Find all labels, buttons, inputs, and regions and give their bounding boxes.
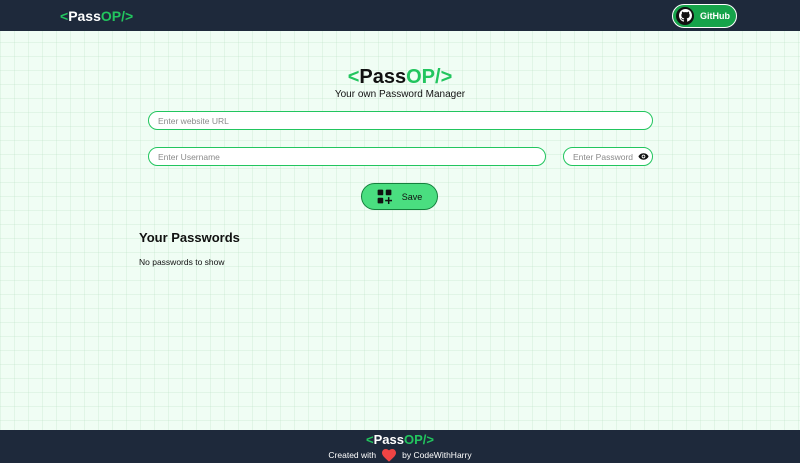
add-grid-icon (377, 189, 392, 204)
logo-op-text: OP/> (100, 7, 134, 24)
your-passwords-heading: Your Passwords (139, 230, 240, 245)
save-button[interactable]: Save (361, 183, 438, 210)
logo-open-bracket: < (366, 432, 374, 447)
save-label: Save (401, 191, 423, 202)
by-author-text: by CodeWithHarry (402, 450, 472, 460)
footer-credit: Created with by CodeWithHarry (0, 448, 800, 462)
footer: <PassOP/> Created with by CodeWithHarry (0, 430, 800, 463)
logo-pass-text: Pass (359, 66, 407, 88)
navbar: <PassOP/> GitHub (0, 0, 800, 31)
logo-pass-text: Pass (68, 7, 101, 24)
hero-logo: <PassOP/> (0, 66, 800, 89)
logo-open-bracket: < (347, 66, 360, 88)
tagline: Your own Password Manager (334, 89, 466, 100)
website-url-input[interactable] (148, 111, 653, 130)
github-label: GitHub (700, 10, 730, 21)
empty-passwords-message: No passwords to show (139, 257, 225, 267)
logo-op-text: OP/> (406, 66, 453, 88)
footer-logo: <PassOP/> (0, 432, 800, 447)
logo-pass-text: Pass (373, 432, 404, 447)
github-icon (676, 6, 694, 25)
username-input[interactable] (148, 147, 546, 166)
logo-op-text: OP/> (403, 432, 434, 447)
navbar-logo[interactable]: <PassOP/> (60, 8, 133, 24)
created-with-text: Created with (328, 450, 377, 460)
github-button[interactable]: GitHub (672, 3, 737, 28)
heart-icon (382, 448, 397, 462)
eye-icon[interactable] (638, 151, 649, 162)
logo-open-bracket: < (60, 7, 69, 24)
